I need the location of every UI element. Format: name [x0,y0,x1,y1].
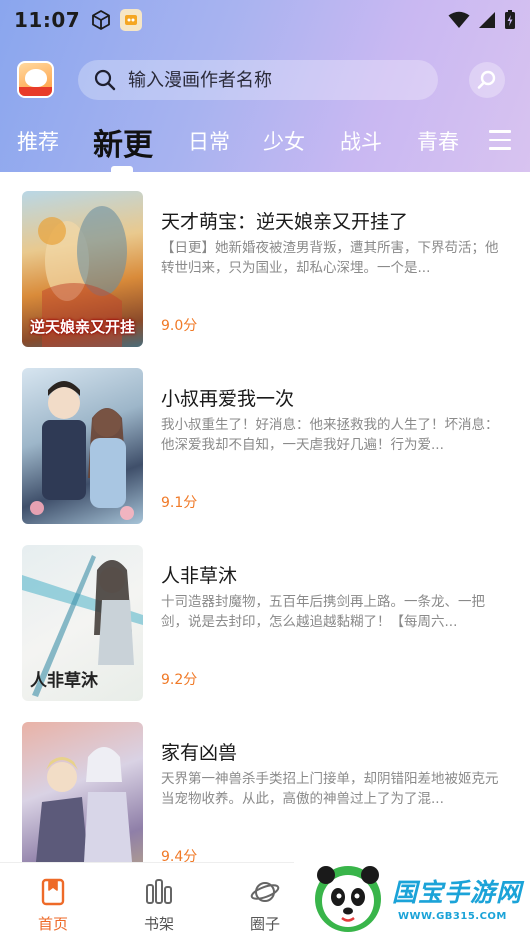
search-input[interactable] [128,69,408,91]
app-logo[interactable] [17,61,54,98]
cube-icon [92,10,111,30]
cover-title: 逆天娘亲又开挂 [30,318,136,336]
comic-cover[interactable]: 人非草沐 [22,545,143,701]
nav-bookshelf[interactable]: 书架 [127,877,191,934]
search-icon [477,70,496,89]
nav-home[interactable]: 首页 [21,877,85,934]
list-item[interactable]: 逆天娘亲又开挂 天才萌宝：逆天娘亲又开挂了 【日更】她新婚夜被渣男背叛，遭其所害… [0,172,530,347]
search-bar[interactable] [78,60,438,100]
comic-cover[interactable] [22,368,143,524]
cover-art [30,381,134,520]
comic-description: 我小叔重生了！好消息：他来拯救我的人生了！坏消息：他深爱我却不自知，一天虐我好几… [161,417,499,453]
bookshelf-icon [146,879,172,904]
comic-score: 9.2分 [161,672,198,688]
planet-icon [250,882,280,902]
comic-list: 逆天娘亲又开挂 天才萌宝：逆天娘亲又开挂了 【日更】她新婚夜被渣男背叛，遭其所害… [0,172,530,862]
status-bar: 11:07 [0,0,530,40]
comic-score: 9.4分 [161,849,198,862]
comic-title[interactable]: 家有凶兽 [161,738,237,765]
comic-description: 十司造器封魔物，五百年后携剑再上路。一条龙、一把剑，说是去封印，怎么越追越黏糊了… [161,594,485,630]
comic-description: 【日更】她新婚夜被渣男背叛，遭其所害，下界苟活；他转世归来，只为国业，却私心深埋… [161,240,499,276]
header: 11:07 输入漫画作者名称 推荐 新更 日常 少女 战斗 青春 [0,0,530,172]
nav-label: 首页 [37,915,68,933]
nav-label: 圈子 [249,915,280,933]
nav-label: 书架 [143,915,174,933]
search-row [0,58,530,102]
comic-title[interactable]: 天才萌宝：逆天娘亲又开挂了 [161,207,408,234]
list-item[interactable]: 小叔再爱我一次 我小叔重生了！好消息：他来拯救我的人生了！坏消息：他深爱我却不自… [0,349,530,524]
tab-youth[interactable]: 青春 [417,126,459,156]
watermark-url: WWW.GB315.COM [398,911,507,922]
tab-girls[interactable]: 少女 [263,126,305,156]
comic-title[interactable]: 人非草沐 [161,561,237,588]
cover-title: 人非草沐 [30,671,98,691]
comic-cover[interactable] [22,722,143,862]
signal-icon [479,12,495,28]
tab-new-updates[interactable]: 新更 [93,120,153,164]
cover-art [36,747,132,862]
watermark-name: 国宝手游网 [392,878,523,907]
panda-logo-icon [315,866,381,932]
battery-icon [505,10,515,29]
tab-daily[interactable]: 日常 [188,126,230,156]
comic-score: 9.1分 [161,495,198,511]
list-item[interactable]: 家有凶兽 天界第一神兽杀手类招上门接单，却阴错阳差地被姬克元当宠物收养。从此，高… [0,703,530,862]
comic-cover[interactable]: 逆天娘亲又开挂 [22,191,143,347]
wifi-icon [448,11,470,28]
watermark: 国宝手游网 WWW.GB315.COM [294,855,530,942]
menu-icon[interactable] [489,130,511,150]
list-item[interactable]: 人非草沐 人非草沐 十司造器封魔物，五百年后携剑再上路。一条龙、一把剑，说是去封… [0,526,530,701]
comic-score: 9.0分 [161,318,198,334]
tab-recommend[interactable]: 推荐 [17,126,59,156]
comic-description: 天界第一神兽杀手类招上门接单，却阴错阳差地被姬克元当宠物收养。从此，高傲的神兽过… [161,771,499,807]
category-tabs: 推荐 新更 日常 少女 战斗 青春 [0,118,530,168]
status-time: 11:07 [14,8,81,32]
nav-circle[interactable]: 圈子 [233,877,297,934]
app-notification-icon [120,9,143,31]
search-icon [94,69,116,91]
comic-title[interactable]: 小叔再爱我一次 [161,384,294,411]
search-button[interactable] [469,62,505,98]
home-icon [41,878,65,906]
tab-battle[interactable]: 战斗 [340,126,382,156]
